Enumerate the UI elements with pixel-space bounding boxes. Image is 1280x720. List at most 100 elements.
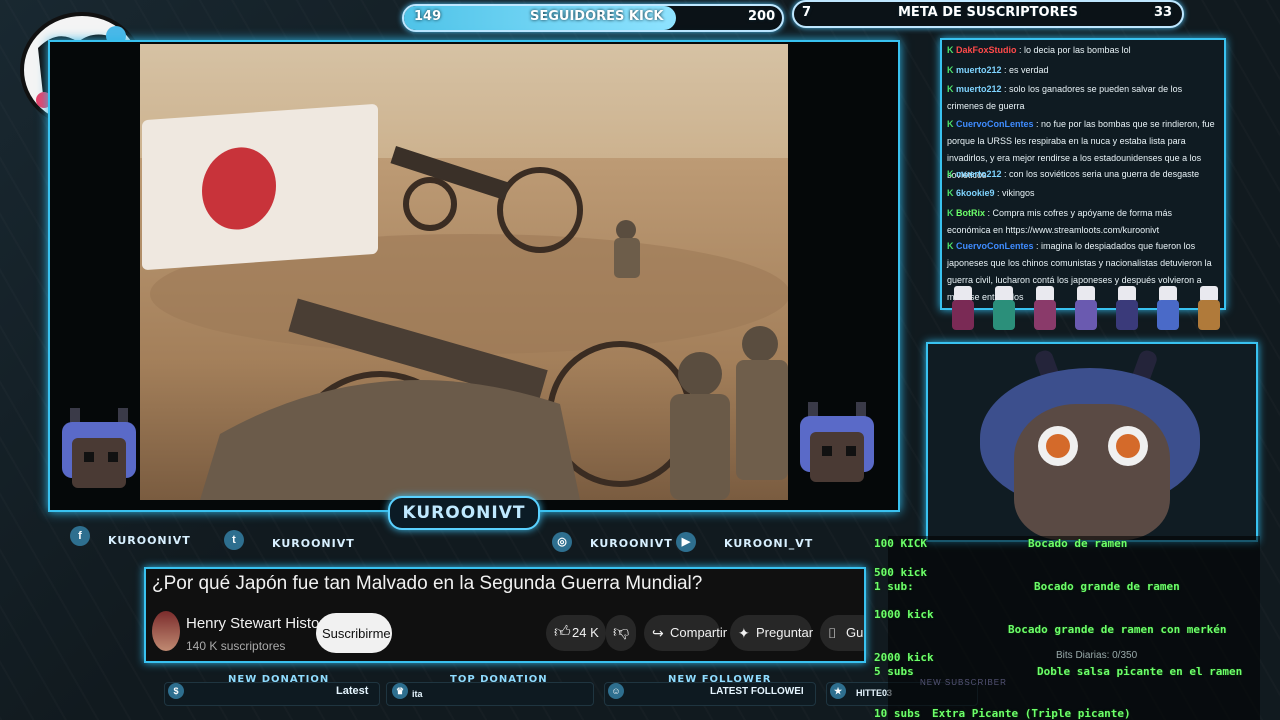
kick-badge-icon: K (947, 241, 956, 251)
character-sprite (1110, 286, 1144, 332)
reward-cost: 5 subs (874, 665, 914, 678)
subs-current: 7 (802, 5, 812, 20)
instagram-handle: KUROONIVT (590, 537, 673, 550)
subscriber-count: 140 K suscriptores (186, 639, 286, 653)
reward-cost: 500 kick (874, 566, 927, 579)
kick-badge-icon: K (947, 65, 956, 75)
chat-username[interactable]: muerto212 (956, 169, 1002, 179)
character-sprite (1028, 286, 1062, 332)
kick-badge-icon: K (947, 169, 956, 179)
subs-goal-bar: 7 META DE SUSCRIPTORES 33 (792, 0, 1184, 28)
chat-text: : lo decia por las bombas lol (1016, 45, 1131, 55)
chat-message: K muerto212 : solo los ganadores se pued… (947, 81, 1217, 115)
character-sprite (946, 286, 980, 332)
reward-description: Bocado grande de ramen con merkén (1008, 623, 1227, 636)
followers-current: 149 (414, 9, 442, 24)
character-sprites (946, 280, 1230, 332)
character-sprite (1192, 286, 1226, 332)
chat-message: K DakFoxStudio : lo decia por las bombas… (947, 42, 1217, 59)
chat-panel[interactable]: K DakFoxStudio : lo decia por las bombas… (940, 38, 1226, 310)
flag-sun (202, 144, 276, 233)
subs-goal-label: META DE SUSCRIPTORES (898, 5, 1078, 20)
mascot-eye (846, 446, 856, 456)
youtube-icon[interactable]: ▶ (676, 532, 696, 552)
chat-username[interactable]: muerto212 (956, 84, 1002, 94)
new-follower-label: NEW FOLLOWER (668, 674, 772, 685)
subscribe-button[interactable]: Suscribirme (316, 613, 392, 653)
bits-counter: Bits Diarias: 0/350 (1056, 650, 1138, 661)
pixel-mascot-right (794, 398, 880, 490)
new-follower-value: LATEST FOLLOWEI (710, 686, 804, 697)
ask-button[interactable]: ✦ Preguntar (730, 615, 814, 651)
save-button[interactable]: ⌷ Gu (820, 615, 864, 651)
vtuber-cam (926, 342, 1258, 542)
streamer-name: KUROONIVT (402, 503, 526, 523)
japan-flag (142, 103, 378, 271)
avatar-face (1014, 404, 1170, 540)
new-donation-label: NEW DONATION (228, 674, 330, 685)
instagram-icon[interactable]: ◎ (552, 532, 572, 552)
new-subscriber-value: HITTE03 (856, 688, 893, 698)
followers-goal-bar: 149 SEGUIDORES KICK 200 (402, 4, 784, 32)
pixel-mascot-left (56, 404, 142, 496)
kick-badge-icon: K (947, 208, 956, 218)
reward-cost: 10 subs (874, 707, 921, 720)
youtube-info-panel: ¿Por qué Japón fue tan Malvado en la Seg… (144, 567, 866, 663)
video-title: ¿Por qué Japón fue tan Malvado en la Seg… (152, 573, 703, 594)
youtube-handle: KUROONI_VT (724, 537, 814, 550)
chat-username[interactable]: CuervoConLentes (956, 241, 1034, 251)
chat-username[interactable]: BotRix (956, 208, 985, 218)
like-button[interactable]: 👍︎ 24 K (546, 615, 606, 651)
subs-goal-target: 33 (1154, 5, 1173, 20)
sparkle-icon: ✦ (738, 625, 750, 641)
twitter-icon[interactable]: t (224, 530, 244, 550)
kick-badge-icon: K (947, 119, 956, 129)
dislike-button[interactable]: 👎︎ (606, 615, 636, 651)
kick-badge-icon: K (947, 188, 956, 198)
share-label: Compartir (670, 625, 728, 640)
video-artillery-scene (150, 145, 788, 500)
mascot-eye (822, 446, 832, 456)
ask-label: Preguntar (756, 625, 814, 640)
new-donation-value: Latest (336, 685, 369, 697)
avatar-eye (1108, 426, 1148, 466)
chat-text: : es verdad (1001, 65, 1049, 75)
facebook-icon[interactable]: f (70, 526, 90, 546)
mascot-eye (84, 452, 94, 462)
chat-username[interactable]: CuervoConLentes (956, 119, 1034, 129)
video-player[interactable] (140, 44, 788, 500)
chat-message: K BotRix : Compra mis cofres y apóyame d… (947, 205, 1217, 239)
kick-badge-icon: K (947, 45, 956, 55)
followers-goal-label: SEGUIDORES KICK (530, 9, 664, 24)
reward-cost: 2000 kick (874, 651, 934, 664)
reward-cost: 1 sub: (874, 580, 914, 593)
character-sprite (1069, 286, 1103, 332)
kick-badge-icon: K (947, 84, 956, 94)
follower-icon: ☺ (608, 683, 624, 699)
reward-description: Bocado grande de ramen (1034, 580, 1180, 593)
followers-goal-target: 200 (748, 9, 776, 24)
reward-description: Extra Picante (Triple picante) (932, 707, 1131, 720)
channel-avatar[interactable] (152, 611, 180, 651)
chat-username[interactable]: muerto212 (956, 65, 1002, 75)
character-sprite (987, 286, 1021, 332)
new-subscriber-label: NEW SUBSCRIBER (920, 678, 1007, 687)
subscriber-icon: ★ (830, 683, 846, 699)
thumbs-up-icon: 👍︎ (554, 624, 571, 641)
thumbs-down-icon: 👎︎ (613, 624, 630, 641)
share-button[interactable]: ↪ Compartir (644, 615, 727, 651)
chat-text: : con los soviéticos seria una guerra de… (1001, 169, 1200, 179)
mascot-face (72, 438, 126, 488)
chat-username[interactable]: DakFoxStudio (956, 45, 1017, 55)
streamer-name-pill: KUROONIVT (388, 496, 540, 530)
reward-cost: 1000 kick (874, 608, 934, 621)
avatar-eye (1038, 426, 1078, 466)
reward-cost: 100 KICK (874, 537, 927, 550)
trophy-icon: ♛ (392, 683, 408, 699)
channel-name[interactable]: Henry Stewart Historia (186, 615, 336, 632)
donation-icon: $ (168, 683, 184, 699)
top-donation-value: ita (412, 689, 423, 699)
chat-text: : vikingos (994, 188, 1035, 198)
like-count: 24 K (572, 625, 599, 640)
chat-username[interactable]: 6kookie9 (956, 188, 995, 198)
